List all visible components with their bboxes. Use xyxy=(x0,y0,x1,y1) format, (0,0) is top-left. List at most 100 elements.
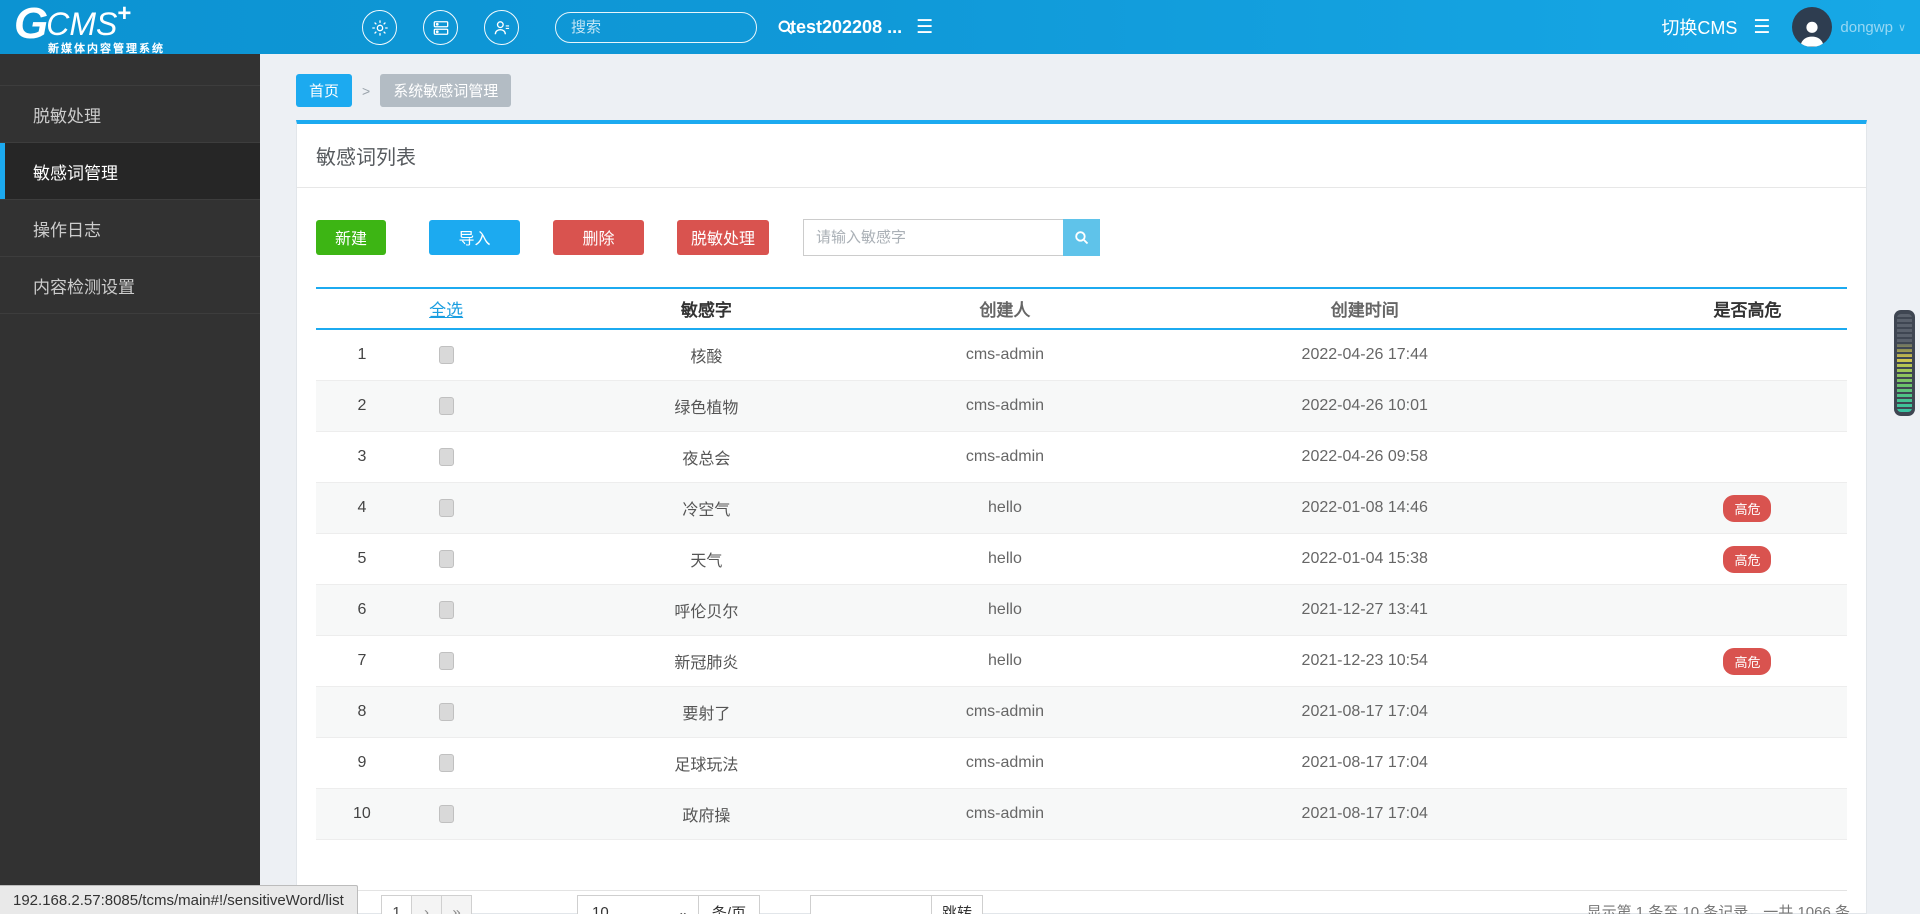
row-index: 9 xyxy=(357,754,367,771)
header-search-input[interactable] xyxy=(556,19,776,36)
created-time-cell: 2021-12-23 10:54 xyxy=(1301,652,1428,669)
creator-cell: cms-admin xyxy=(965,397,1045,414)
creator-cell: cms-admin xyxy=(965,346,1045,363)
sensitive-word-cell: 天气 xyxy=(690,553,723,570)
next-page-button[interactable]: › xyxy=(411,895,442,914)
scroll-indicator[interactable] xyxy=(1894,310,1915,416)
site-switcher[interactable]: test202208 ... ☰ xyxy=(790,0,933,54)
table-body: 1 核酸 cms-admin 2022-04-26 17:44 2 绿色植物 cms-adm… xyxy=(316,330,1847,840)
sensitive-word-cell: 核酸 xyxy=(690,349,723,366)
sensitive-word-cell: 冷空气 xyxy=(682,502,731,519)
breadcrumb-current[interactable]: 系统敏感词管理 xyxy=(380,74,512,107)
row-checkbox[interactable] xyxy=(438,753,454,772)
creator-cell: hello xyxy=(988,550,1022,567)
creator-cell: hello xyxy=(988,601,1022,618)
breadcrumb-separator: > xyxy=(362,82,371,99)
jump-button[interactable]: 跳转 xyxy=(931,895,983,914)
sensitive-word-cell: 夜总会 xyxy=(682,451,731,468)
page-size-unit: 条/页 xyxy=(698,895,760,914)
select-all-link[interactable]: 全选 xyxy=(429,301,463,320)
word-search-input[interactable] xyxy=(803,218,1063,256)
sensitive-word-cell: 呼伦贝尔 xyxy=(674,604,739,621)
scroll-indicator-stripes xyxy=(1897,314,1912,412)
row-checkbox[interactable] xyxy=(438,804,454,823)
risk-cell: 高危 xyxy=(1648,494,1847,522)
site-label: test202208 ... xyxy=(790,16,903,37)
row-index: 8 xyxy=(357,703,367,720)
header-search xyxy=(555,12,793,43)
row-checkbox[interactable] xyxy=(438,549,454,568)
row-index: 2 xyxy=(357,397,367,414)
created-time-cell: 2022-04-26 09:58 xyxy=(1301,448,1428,465)
avatar[interactable] xyxy=(1792,7,1833,47)
chevron-down-icon: ⌄ xyxy=(677,905,688,914)
creator-cell: hello xyxy=(988,499,1022,516)
sidebar-item-operation-log[interactable]: 操作日志 xyxy=(0,200,260,257)
created-time-cell: 2021-08-17 17:04 xyxy=(1301,754,1428,771)
column-header-creator: 创建人 xyxy=(979,301,1031,320)
high-risk-badge: 高危 xyxy=(1723,494,1772,522)
main-content: 首页 > 系统敏感词管理 敏感词列表 新建 导入 删除 脱敏处理 全选 xyxy=(260,54,1920,914)
table-row: 10 政府操 cms-admin 2021-08-17 17:04 xyxy=(316,789,1847,840)
sidebar: 脱敏处理 敏感词管理 操作日志 内容检测设置 xyxy=(0,54,260,914)
row-checkbox[interactable] xyxy=(438,651,454,670)
table-row: 2 绿色植物 cms-admin 2022-04-26 10:01 xyxy=(316,381,1847,432)
sidebar-item-label: 操作日志 xyxy=(33,220,101,240)
creator-cell: cms-admin xyxy=(965,448,1045,465)
row-index: 5 xyxy=(357,550,367,567)
jump-page-input[interactable] xyxy=(810,895,932,914)
column-header-word: 敏感字 xyxy=(680,301,732,320)
row-index: 1 xyxy=(357,346,367,363)
table-bottom-divider xyxy=(316,890,1847,891)
new-button[interactable]: 新建 xyxy=(316,219,386,255)
row-checkbox[interactable] xyxy=(438,600,454,619)
row-checkbox[interactable] xyxy=(438,702,454,721)
table-row: 1 核酸 cms-admin 2022-04-26 17:44 xyxy=(316,330,1847,381)
row-checkbox[interactable] xyxy=(438,396,454,415)
sidebar-item-content-detection[interactable]: 内容检测设置 xyxy=(0,257,260,314)
table-row: 7 新冠肺炎 hello 2021-12-23 10:54 高危 xyxy=(316,636,1847,687)
created-time-cell: 2022-01-04 15:38 xyxy=(1301,550,1428,567)
row-checkbox[interactable] xyxy=(438,345,454,364)
row-index: 7 xyxy=(357,652,367,669)
caret-down-icon[interactable]: ∨ xyxy=(1898,21,1906,34)
word-search-button[interactable] xyxy=(1063,218,1100,256)
breadcrumb: 首页 > 系统敏感词管理 xyxy=(296,74,512,107)
browser-status-bar: 192.168.2.57:8085/tcms/main#!/sensitiveW… xyxy=(0,885,358,914)
sidebar-item-desensitize[interactable]: 脱敏处理 xyxy=(0,86,260,143)
desensitize-button[interactable]: 脱敏处理 xyxy=(677,219,769,255)
row-checkbox[interactable] xyxy=(438,447,454,466)
sidebar-item-sensitive-words[interactable]: 敏感词管理 xyxy=(0,143,260,200)
page-button-1[interactable]: 1 xyxy=(381,895,412,914)
import-button[interactable]: 导入 xyxy=(429,219,520,255)
modules-icon[interactable] xyxy=(423,10,458,45)
row-index: 4 xyxy=(357,499,367,516)
row-index: 6 xyxy=(357,601,367,618)
last-page-button[interactable]: » xyxy=(441,895,472,914)
cms-menu-icon[interactable]: ☰ xyxy=(1753,16,1770,39)
delete-button[interactable]: 删除 xyxy=(553,219,644,255)
row-checkbox[interactable] xyxy=(438,498,454,517)
gear-icon[interactable] xyxy=(362,10,397,45)
switch-cms-button[interactable]: 切换CMS xyxy=(1661,14,1737,40)
breadcrumb-home[interactable]: 首页 xyxy=(296,74,353,107)
sensitive-word-cell: 要射了 xyxy=(682,706,731,723)
table-row: 8 要射了 cms-admin 2021-08-17 17:04 xyxy=(316,687,1847,738)
app-logo: G CMS + 新媒体内容管理系统 xyxy=(14,2,165,55)
page-size-select[interactable]: 10 ⌄ xyxy=(577,895,699,914)
user-manage-icon[interactable] xyxy=(484,10,519,45)
created-time-cell: 2021-12-27 13:41 xyxy=(1301,601,1428,618)
logo-plus: + xyxy=(117,0,132,27)
sidebar-item-label: 脱敏处理 xyxy=(33,106,101,126)
creator-cell: cms-admin xyxy=(965,703,1045,720)
created-time-cell: 2022-04-26 17:44 xyxy=(1301,346,1428,363)
table-row: 5 天气 hello 2022-01-04 15:38 高危 xyxy=(316,534,1847,585)
page-size-value: 10 xyxy=(592,903,609,914)
pagination: 1 › » 10 ⌄ 条/页 跳转 显示第 1 条至 10 条记录，一共 106… xyxy=(297,895,1868,914)
created-time-cell: 2021-08-17 17:04 xyxy=(1301,703,1428,720)
sidebar-item-label: 敏感词管理 xyxy=(33,163,118,183)
menu-icon[interactable]: ☰ xyxy=(916,16,933,39)
sensitive-word-cell: 足球玩法 xyxy=(674,757,739,774)
username[interactable]: dongwp xyxy=(1840,19,1893,36)
row-index: 3 xyxy=(357,448,367,465)
